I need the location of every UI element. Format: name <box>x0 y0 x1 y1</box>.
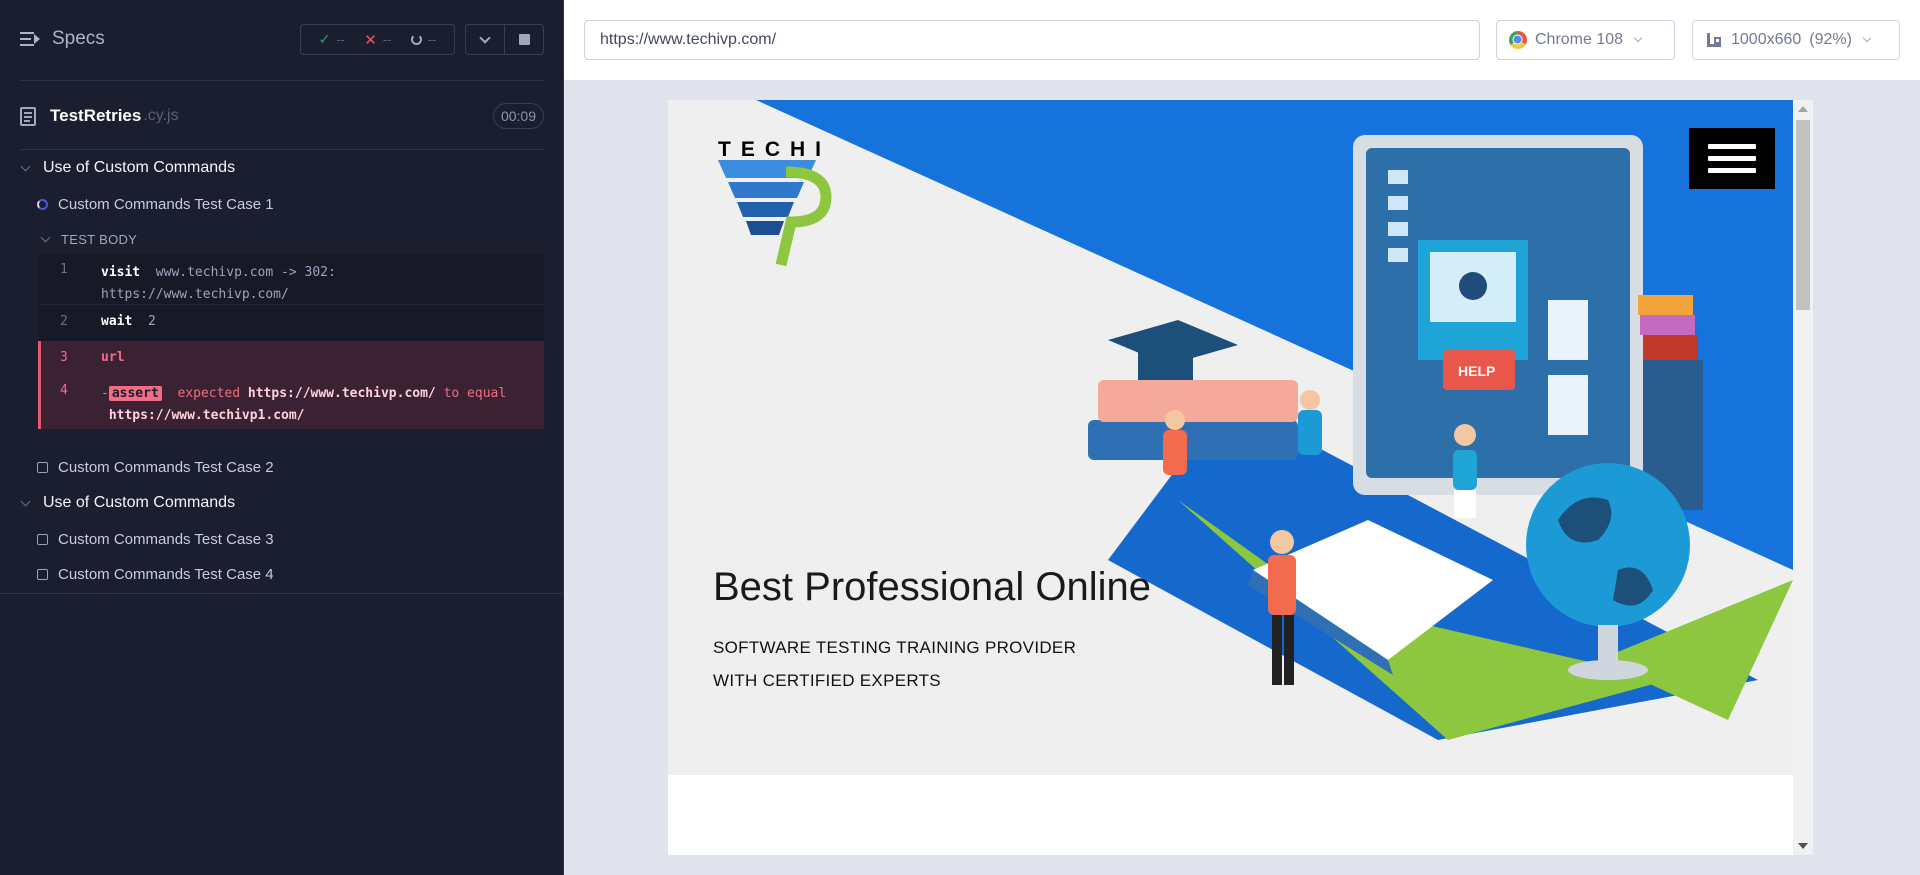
command-number: 4 <box>60 383 68 398</box>
running-spinner-icon <box>37 198 48 210</box>
browser-label: Chrome 108 <box>1535 31 1624 48</box>
specs-list-icon <box>20 31 40 47</box>
pending-stat: -- <box>410 32 437 47</box>
ruler-icon <box>1705 31 1723 49</box>
menu-bar <box>1708 168 1756 173</box>
hero-banner: HELP TECHI Best Professional Online SOFT… <box>668 100 1793 775</box>
document-icon <box>20 106 36 126</box>
hamburger-menu-button[interactable] <box>1689 128 1775 189</box>
test-title: Custom Commands Test Case 3 <box>58 530 274 548</box>
viewport-scrollbar[interactable] <box>1793 100 1813 855</box>
stop-icon <box>518 34 530 45</box>
command-row-url[interactable]: 3 url <box>38 341 544 377</box>
stop-button[interactable] <box>504 25 543 54</box>
failed-stat: ✕ -- <box>364 31 391 49</box>
assert-badge: assert <box>108 386 162 401</box>
command-name: url <box>101 350 125 365</box>
chevron-down-icon <box>479 31 491 44</box>
url-bar[interactable]: https://www.techivp.com/ <box>584 20 1480 60</box>
hero-subtitle-line: SOFTWARE TESTING TRAINING PROVIDER <box>713 638 1077 657</box>
aut-viewport: HELP TECHI Best Professional Online SOFT… <box>668 100 1813 855</box>
cypress-app: Specs ✓ -- ✕ -- -- TestRetries .cy.js 00… <box>0 0 1920 875</box>
command-row-visit[interactable]: 1 visit www.techivp.com -> 302: https://… <box>38 254 544 304</box>
menu-bar <box>1708 156 1756 161</box>
assert-expected: https://www.techivp1.com/ <box>108 408 305 423</box>
viewport-info[interactable]: 1000x660 (92%) <box>1692 20 1900 60</box>
chevron-down-icon <box>20 496 31 506</box>
test-row-running[interactable]: Custom Commands Test Case 1 <box>37 192 274 216</box>
test-title: Custom Commands Test Case 1 <box>58 195 274 213</box>
run-controls <box>465 24 544 55</box>
command-name: visit <box>101 265 141 280</box>
suite-row[interactable]: Use of Custom Commands <box>20 491 235 515</box>
divider <box>20 149 544 150</box>
test-stats: ✓ -- ✕ -- -- <box>300 24 455 55</box>
hero-subtitle: SOFTWARE TESTING TRAINING PROVIDER WITH … <box>713 631 1076 697</box>
passed-count: -- <box>336 32 346 47</box>
aut-header: https://www.techivp.com/ Chrome 108 1000… <box>564 0 1920 80</box>
test-row[interactable]: Custom Commands Test Case 3 <box>37 527 274 551</box>
pending-count: -- <box>427 32 437 47</box>
passed-stat: ✓ -- <box>319 31 345 48</box>
test-row[interactable]: Custom Commands Test Case 2 <box>37 455 274 479</box>
command-name: wait <box>101 314 133 329</box>
test-row[interactable]: Custom Commands Test Case 4 <box>37 562 274 586</box>
suite-title: Use of Custom Commands <box>43 494 236 511</box>
pending-square-icon <box>37 461 48 473</box>
failed-count: -- <box>382 32 392 47</box>
spec-duration: 00:09 <box>492 103 544 129</box>
assert-word: expected <box>177 386 241 401</box>
chevron-down-icon <box>40 232 51 242</box>
command-number: 2 <box>60 314 68 329</box>
viewport-scale: (92%) <box>1809 31 1852 48</box>
suite-row[interactable]: Use of Custom Commands <box>20 156 235 180</box>
test-title: Custom Commands Test Case 2 <box>58 458 274 476</box>
suite-title: Use of Custom Commands <box>43 159 236 176</box>
command-message: www.techivp.com -> 302: <box>155 265 336 280</box>
chevron-down-icon <box>20 161 31 171</box>
check-icon: ✓ <box>318 31 331 47</box>
assert-word: to equal <box>443 386 507 401</box>
command-log: 1 visit www.techivp.com -> 302: https://… <box>38 254 544 429</box>
pending-square-icon <box>37 568 48 580</box>
app-under-test-panel: https://www.techivp.com/ Chrome 108 1000… <box>564 0 1920 875</box>
hero-title: Best Professional Online <box>713 565 1152 609</box>
chevron-down-icon <box>1862 33 1872 43</box>
chrome-icon <box>1509 31 1527 49</box>
test-body-label: TEST BODY <box>61 231 138 247</box>
specs-label: Specs <box>52 28 105 49</box>
spec-file-ext: .cy.js <box>143 107 179 124</box>
divider <box>20 80 544 81</box>
browser-selector[interactable]: Chrome 108 <box>1496 20 1675 60</box>
svg-text:TECHI: TECHI <box>718 138 831 161</box>
viewport-size: 1000x660 <box>1731 31 1802 48</box>
divider <box>0 593 564 594</box>
command-row-assert[interactable]: 4 - assert expected https://www.techivp.c… <box>38 377 544 429</box>
spec-header: TestRetries .cy.js 00:09 <box>20 103 544 129</box>
command-number: 1 <box>60 262 68 277</box>
command-number: 3 <box>60 350 68 365</box>
command-message: https://www.techivp.com/ <box>101 287 289 302</box>
scroll-down-arrow-icon[interactable] <box>1798 843 1808 849</box>
hero-subtitle-line: WITH CERTIFIED EXPERTS <box>713 671 941 690</box>
scrollbar-thumb[interactable] <box>1796 120 1810 310</box>
reporter-panel: Specs ✓ -- ✕ -- -- TestRetries .cy.js 00… <box>0 0 564 875</box>
menu-bar <box>1708 144 1756 149</box>
expand-collapse-button[interactable] <box>466 25 504 54</box>
specs-toggle-button[interactable]: Specs <box>20 28 105 50</box>
pending-square-icon <box>37 533 48 545</box>
spec-file-name: TestRetries <box>50 106 142 125</box>
test-body-toggle[interactable]: TEST BODY <box>40 229 137 249</box>
pending-icon <box>410 34 422 45</box>
assert-actual: https://www.techivp.com/ <box>247 386 436 401</box>
reporter-header: Specs ✓ -- ✕ -- -- <box>0 0 564 82</box>
svg-text:HELP: HELP <box>1458 363 1495 379</box>
x-icon: ✕ <box>364 31 377 49</box>
scroll-up-arrow-icon[interactable] <box>1798 106 1808 112</box>
command-row-wait[interactable]: 2 wait 2 <box>38 304 544 341</box>
test-title: Custom Commands Test Case 4 <box>58 565 274 583</box>
command-message: 2 <box>147 314 156 329</box>
assert-prefix: - <box>101 386 109 401</box>
chevron-down-icon <box>1633 33 1643 43</box>
